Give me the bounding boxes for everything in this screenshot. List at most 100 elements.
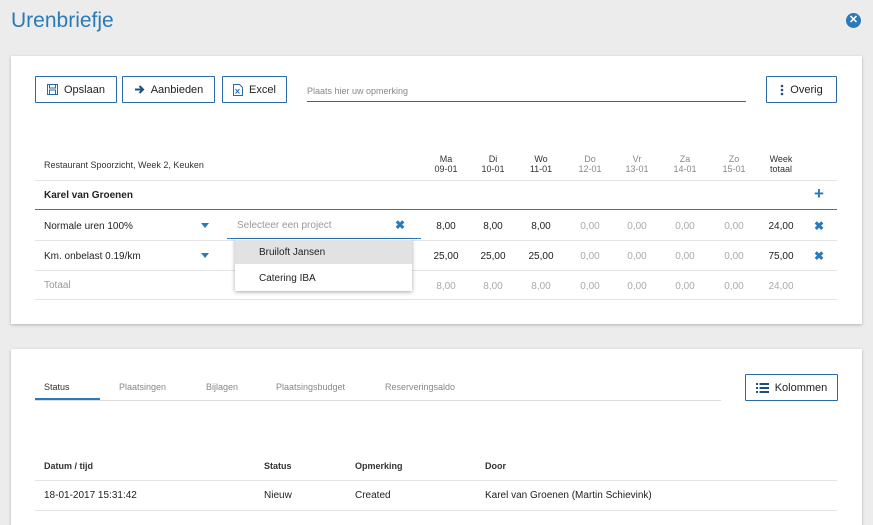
total-cell: 8,00: [483, 281, 503, 292]
more-vertical-icon: [780, 84, 784, 95]
hours-cell[interactable]: 25,00: [521, 251, 561, 262]
tab-attachments[interactable]: Bijlagen: [206, 382, 238, 392]
tab-placements[interactable]: Plaatsingen: [119, 382, 166, 392]
day-name: Za: [679, 154, 691, 164]
total-cell: 0,00: [724, 281, 744, 292]
hours-cell[interactable]: 25,00: [473, 251, 513, 262]
grand-total: 24,00: [768, 281, 794, 292]
project-option[interactable]: Catering IBA: [235, 266, 412, 290]
delete-row-icon[interactable]: ✖: [814, 249, 824, 263]
save-button[interactable]: Opslaan: [35, 76, 117, 103]
total-cell: 8,00: [436, 281, 456, 292]
table-cell-remark: Created: [355, 490, 391, 501]
columns-button[interactable]: Kolommen: [745, 374, 838, 401]
total-cell: 0,00: [627, 281, 647, 292]
column-header: Door: [485, 461, 506, 471]
page-title: Urenbriefje: [11, 9, 114, 32]
day-header-fri: Vr 13-01: [617, 154, 657, 174]
project-header: Restaurant Spoorzicht, Week 2, Keuken: [44, 160, 204, 170]
tab-placement-budget[interactable]: Plaatsingsbudget: [276, 382, 345, 392]
row-type-select[interactable]: Km. onbelast 0.19/km: [44, 251, 141, 262]
column-header: Datum / tijd: [44, 461, 93, 471]
clear-project-icon[interactable]: ✖: [395, 218, 405, 232]
total-cell: 0,00: [580, 281, 600, 292]
table-cell-datetime: 18-01-2017 15:31:42: [44, 490, 137, 501]
total-cell: 0,00: [675, 281, 695, 292]
chevron-down-icon[interactable]: [201, 223, 209, 228]
arrow-right-icon: [134, 85, 145, 94]
tab-reservation-balance[interactable]: Reserveringsaldo: [385, 382, 455, 392]
hours-cell[interactable]: 0,00: [714, 251, 754, 262]
hours-cell[interactable]: 0,00: [570, 221, 610, 232]
chevron-down-icon[interactable]: [201, 253, 209, 258]
week-total-line1: Week: [769, 154, 793, 164]
table-cell-status: Nieuw: [264, 490, 292, 501]
other-button[interactable]: Overig: [766, 76, 837, 103]
table-cell-by: Karel van Groenen (Martin Schievink): [485, 490, 652, 501]
excel-button[interactable]: Excel: [222, 76, 287, 103]
other-button-label: Overig: [790, 83, 823, 96]
column-header: Opmerking: [355, 461, 403, 471]
day-header-sun: Zo 15-01: [714, 154, 754, 174]
delete-row-icon[interactable]: ✖: [814, 219, 824, 233]
hours-cell[interactable]: 0,00: [570, 251, 610, 262]
divider: [35, 480, 837, 481]
day-name: Wo: [534, 154, 548, 164]
hours-cell[interactable]: 25,00: [426, 251, 466, 262]
offer-button[interactable]: Aanbieden: [122, 76, 215, 103]
row-total: 24,00: [768, 221, 794, 232]
list-icon: [755, 382, 769, 393]
hours-cell[interactable]: 0,00: [665, 251, 705, 262]
total-row-label: Totaal: [44, 280, 71, 291]
divider: [35, 240, 837, 241]
column-header: Status: [264, 461, 292, 471]
remark-input[interactable]: Plaats hier uw opmerking: [307, 75, 746, 102]
divider: [35, 510, 837, 511]
hours-cell[interactable]: 8,00: [426, 221, 466, 232]
tab-divider: [35, 400, 721, 401]
excel-button-label: Excel: [249, 83, 276, 96]
tab-active-indicator: [35, 398, 100, 400]
day-header-thu: Do 12-01: [570, 154, 610, 174]
floppy-disk-icon: [47, 84, 58, 95]
project-dropdown: Bruiloft Jansen Catering IBA: [235, 239, 412, 291]
day-date: 13-01: [625, 164, 649, 174]
day-date: 14-01: [673, 164, 697, 174]
save-button-label: Opslaan: [64, 83, 105, 96]
project-option[interactable]: Bruiloft Jansen: [235, 240, 412, 264]
day-date: 11-01: [529, 164, 553, 174]
hours-cell[interactable]: 0,00: [714, 221, 754, 232]
employee-name: Karel van Groenen: [44, 190, 133, 201]
divider: [35, 270, 837, 271]
columns-button-label: Kolommen: [774, 381, 828, 394]
hours-cell[interactable]: 0,00: [617, 251, 657, 262]
day-header-sat: Za 14-01: [665, 154, 705, 174]
day-date: 12-01: [578, 164, 602, 174]
tab-status[interactable]: Status: [44, 382, 70, 392]
hours-cell[interactable]: 0,00: [617, 221, 657, 232]
day-name: Do: [584, 154, 596, 164]
day-date: 09-01: [434, 164, 458, 174]
timesheet-card: Opslaan Aanbieden Excel Plaats hier uw o…: [11, 56, 862, 324]
project-select-input[interactable]: Selecteer een project: [227, 211, 421, 239]
hours-cell[interactable]: 8,00: [521, 221, 561, 232]
close-icon[interactable]: ✕: [846, 13, 861, 28]
day-name: Di: [488, 154, 498, 164]
divider: [35, 180, 837, 181]
hours-cell[interactable]: 8,00: [473, 221, 513, 232]
row-total: 75,00: [768, 251, 794, 262]
add-row-plus-icon[interactable]: +: [814, 184, 824, 204]
excel-file-icon: [233, 83, 244, 96]
total-cell: 8,00: [531, 281, 551, 292]
day-header-tue: Di 10-01: [473, 154, 513, 174]
offer-button-label: Aanbieden: [150, 83, 204, 96]
day-name: Ma: [439, 154, 453, 164]
week-total-line2: totaal: [769, 164, 793, 174]
day-date: 15-01: [722, 164, 746, 174]
day-name: Zo: [728, 154, 740, 164]
hours-cell[interactable]: 0,00: [665, 221, 705, 232]
details-card: Status Plaatsingen Bijlagen Plaatsingsbu…: [11, 349, 862, 525]
row-type-select[interactable]: Normale uren 100%: [44, 221, 133, 232]
week-total-header: Week totaal: [761, 154, 801, 174]
divider: [35, 299, 837, 300]
